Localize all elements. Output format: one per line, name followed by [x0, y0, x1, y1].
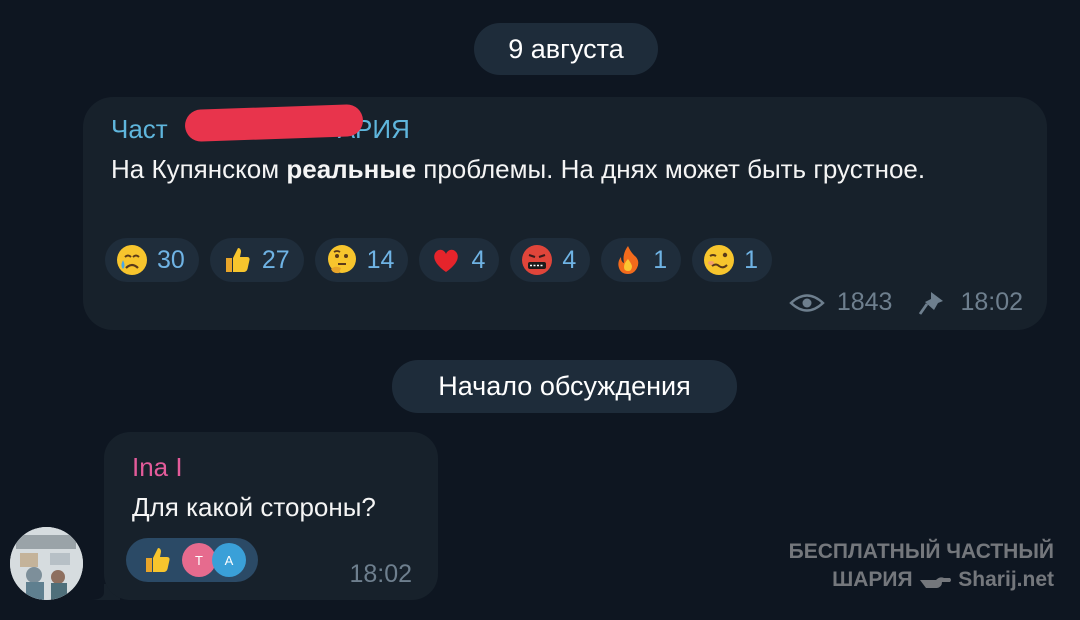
comment-bubble[interactable]: Ina I Для какой стороны? T A 18:02: [104, 432, 438, 600]
reaction-count: 27: [261, 245, 290, 274]
thinking-face-icon: [327, 245, 356, 274]
cursing-face-icon: [522, 245, 553, 275]
watermark: БЕСПЛАТНЫЙ ЧАСТНЫЙ ШАРИЯ Sharij.net: [789, 538, 1054, 594]
date-separator: 9 августа: [474, 23, 658, 75]
reaction-count: 4: [562, 245, 577, 274]
thumbs-up-icon: [225, 248, 250, 272]
reaction-fire[interactable]: 1: [601, 238, 682, 282]
reactor-avatar: T: [182, 543, 216, 577]
reactor-avatar: A: [212, 543, 246, 577]
post-time: 18:02: [960, 288, 1023, 316]
commenter-name[interactable]: Ina I: [132, 452, 183, 483]
red-heart-icon: [434, 249, 459, 272]
user-photo: [10, 527, 83, 600]
reaction-crying[interactable]: 30: [105, 238, 199, 282]
discussion-start-separator: Начало обсуждения: [392, 360, 737, 413]
pin-icon: [919, 291, 944, 315]
eye-icon: [789, 293, 825, 312]
watermark-line-1: БЕСПЛАТНЫЙ ЧАСТНЫЙ: [788, 540, 1054, 563]
reaction-heart[interactable]: 4: [419, 238, 500, 282]
comment-reaction[interactable]: T A: [126, 538, 258, 582]
reaction-count: 1: [653, 245, 668, 274]
reaction-thumbs-up[interactable]: 27: [209, 238, 304, 282]
redaction-mark: [184, 103, 364, 143]
reaction-count: 4: [471, 245, 486, 274]
avatar[interactable]: [10, 527, 83, 600]
fire-icon: [618, 246, 639, 274]
reaction-thinking[interactable]: 14: [314, 238, 409, 282]
thumbs-up-icon: [146, 548, 170, 572]
reaction-cursing[interactable]: 4: [510, 238, 591, 282]
comment-time: 18:02: [349, 560, 412, 588]
crying-face-icon: [117, 245, 147, 275]
post-text: На Купянском реальные проблемы. На днях …: [111, 154, 926, 184]
reaction-count: 30: [157, 245, 185, 274]
reaction-woozy[interactable]: 1: [692, 238, 773, 282]
comment-text: Для какой стороны?: [132, 492, 376, 522]
channel-post-bubble[interactable]: Част АРИЯ На Купянском реальные проблемы.…: [83, 97, 1047, 330]
view-count: 1843: [836, 288, 893, 316]
watermark-line-2: ШАРИЯ Sharij.net: [832, 568, 1054, 591]
pointing-hand-icon: [920, 577, 952, 589]
reactions-bar: 30 27 14 4 4 1 1: [105, 238, 773, 282]
post-meta: 1843 18:02: [789, 288, 1023, 317]
woozy-face-icon: [704, 245, 735, 275]
reaction-count: 1: [744, 245, 759, 274]
reaction-count: 14: [366, 245, 395, 274]
channel-name-start: Част: [111, 114, 168, 144]
